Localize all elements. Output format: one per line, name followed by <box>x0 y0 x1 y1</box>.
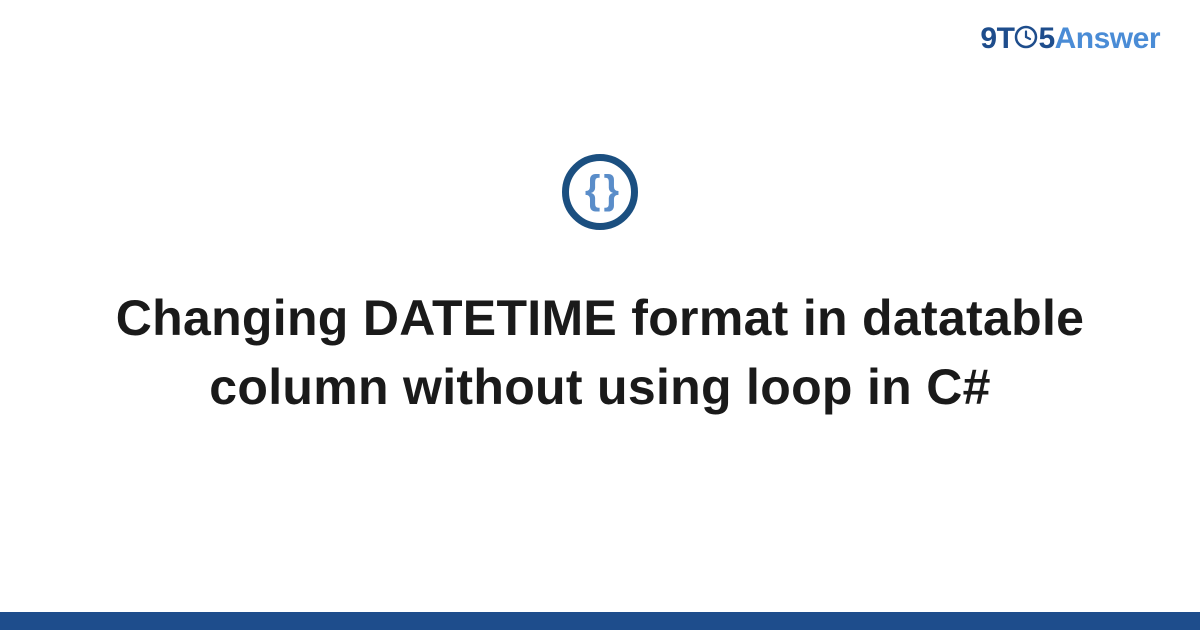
code-braces-icon: { } <box>562 154 638 230</box>
clock-icon <box>1014 25 1038 49</box>
page-title: Changing DATETIME format in datatable co… <box>70 284 1130 422</box>
logo-text-answer: Answer <box>1055 22 1160 55</box>
logo-text-t: T <box>997 22 1015 55</box>
site-logo: 9T5Answer <box>980 22 1160 56</box>
logo-text-nine: 9 <box>980 22 996 55</box>
braces-glyph: { } <box>585 170 615 210</box>
logo-text-five: 5 <box>1038 22 1054 55</box>
footer-bar <box>0 612 1200 630</box>
